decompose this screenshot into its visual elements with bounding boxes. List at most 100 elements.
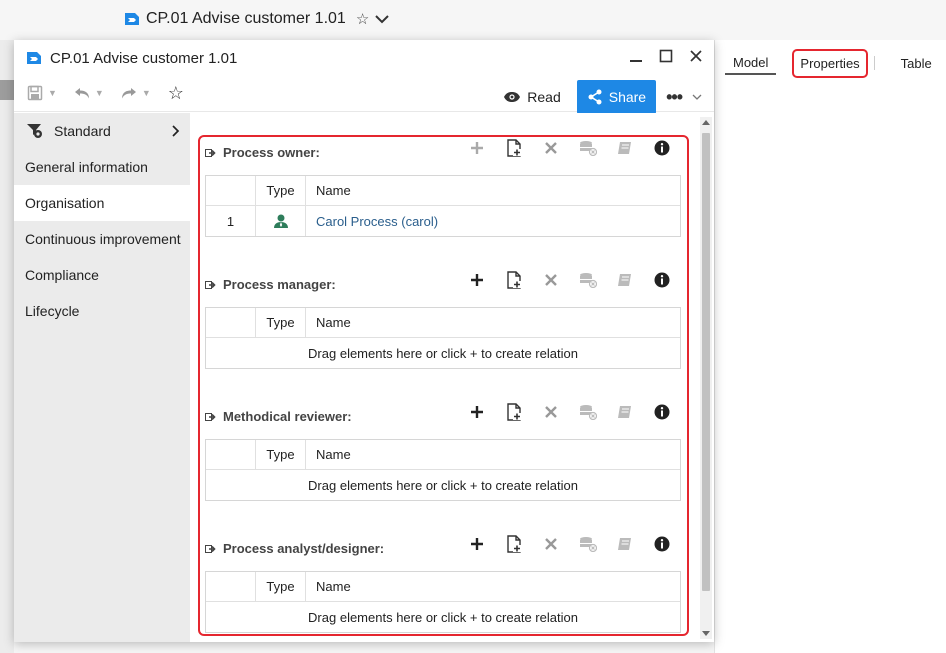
header-type-cell: Type <box>256 176 306 205</box>
undo-dropdown-caret-icon[interactable]: ▼ <box>95 88 104 98</box>
remove-relation-icon <box>542 271 560 289</box>
book-icon <box>616 403 634 421</box>
section-header: Methodical reviewer: <box>205 399 681 431</box>
properties-dialog: CP.01 Advise customer 1.01 ▼ ▼ ▼ ☆ Read … <box>14 40 714 642</box>
new-document-icon[interactable] <box>505 271 523 289</box>
relation-arrow-icon <box>205 544 216 553</box>
info-icon[interactable] <box>653 139 671 157</box>
scroll-up-arrow-icon[interactable] <box>702 119 710 125</box>
empty-drop-zone[interactable]: Drag elements here or click + to create … <box>206 602 680 632</box>
relation-arrow-icon <box>205 148 216 157</box>
process-document-icon <box>27 52 41 64</box>
save-dropdown-caret-icon[interactable]: ▼ <box>48 88 57 98</box>
relation-table: Type Name Drag elements here or click + … <box>205 439 681 501</box>
book-icon <box>616 271 634 289</box>
maximize-icon[interactable] <box>658 48 674 64</box>
section-process-analyst-designer: Process analyst/designer: Type Name Drag… <box>205 531 681 633</box>
section-actions <box>468 403 671 421</box>
scroll-down-arrow-icon[interactable] <box>702 631 710 637</box>
section-process-owner: Process owner: Type Name 1 Carol Process… <box>205 135 681 237</box>
section-header: Process owner: <box>205 135 681 167</box>
organisation-content: Process owner: Type Name 1 Carol Process… <box>190 113 714 642</box>
vertical-scrollbar[interactable] <box>700 117 712 639</box>
toolbar-right: Read Share ••• <box>497 80 702 114</box>
redo-icon[interactable] <box>120 84 138 102</box>
sidebar-header-standard[interactable]: Standard <box>14 113 190 149</box>
remove-relation-icon <box>542 535 560 553</box>
table-header-row: Type Name <box>206 440 680 470</box>
sidebar-item-organisation[interactable]: Organisation <box>14 185 190 221</box>
property-sidebar: Standard General information Organisatio… <box>14 113 190 642</box>
share-icon <box>588 89 602 105</box>
section-actions <box>468 271 671 289</box>
background-strip <box>0 80 14 100</box>
table-row[interactable]: 1 Carol Process (carol) <box>206 206 680 236</box>
sidebar-item-general-information[interactable]: General information <box>14 149 190 185</box>
header-type-cell: Type <box>256 308 306 337</box>
favorite-star-icon[interactable]: ☆ <box>167 83 185 103</box>
empty-drop-zone[interactable]: Drag elements here or click + to create … <box>206 338 680 368</box>
view-tabs: Model Properties Table <box>715 48 940 78</box>
more-options-caret-icon[interactable] <box>692 94 702 100</box>
sidebar-item-compliance[interactable]: Compliance <box>14 257 190 293</box>
info-icon[interactable] <box>653 403 671 421</box>
new-document-icon[interactable] <box>505 535 523 553</box>
document-title-bar: CP.01 Advise customer 1.01 ☆ <box>124 10 389 28</box>
sidebar-item-lifecycle[interactable]: Lifecycle <box>14 293 190 329</box>
remove-relation-icon[interactable] <box>542 139 560 157</box>
relation-table: Type Name Drag elements here or click + … <box>205 571 681 633</box>
header-name-cell: Name <box>316 183 351 198</box>
tab-model[interactable]: Model <box>725 51 777 75</box>
table-header-row: Type Name <box>206 176 680 206</box>
header-type-cell: Type <box>256 572 306 601</box>
section-actions <box>468 535 671 553</box>
section-header: Process analyst/designer: <box>205 531 681 563</box>
section-title-label: Methodical reviewer: <box>223 409 352 424</box>
tab-properties[interactable]: Properties <box>792 48 868 78</box>
row-type <box>256 206 306 236</box>
user-link[interactable]: Carol Process (carol) <box>316 214 438 229</box>
tab-table[interactable]: Table <box>893 52 940 75</box>
read-button[interactable]: Read <box>497 80 566 114</box>
window-controls <box>628 48 704 64</box>
section-title: Methodical reviewer: <box>205 409 352 424</box>
new-document-icon[interactable] <box>505 139 523 157</box>
dialog-title: CP.01 Advise customer 1.01 <box>50 49 238 67</box>
scrollbar-thumb[interactable] <box>702 133 710 591</box>
new-document-icon[interactable] <box>505 403 523 421</box>
save-icon[interactable] <box>26 84 44 102</box>
header-type-cell: Type <box>256 440 306 469</box>
empty-drop-zone[interactable]: Drag elements here or click + to create … <box>206 470 680 500</box>
toolbar-left: ▼ ▼ ▼ ☆ <box>26 83 185 103</box>
add-relation-icon[interactable] <box>468 403 486 421</box>
favorite-star-icon[interactable]: ☆ <box>356 10 369 28</box>
section-title: Process owner: <box>205 145 320 160</box>
add-relation-icon[interactable] <box>468 271 486 289</box>
book-icon <box>616 535 634 553</box>
redo-dropdown-caret-icon[interactable]: ▼ <box>142 88 151 98</box>
close-icon[interactable] <box>688 48 704 64</box>
minimize-icon[interactable] <box>628 48 644 64</box>
section-header: Process manager: <box>205 267 681 299</box>
sidebar-header-label: Standard <box>54 123 111 139</box>
section-process-manager: Process manager: Type Name Drag elements… <box>205 267 681 369</box>
section-methodical-reviewer: Methodical reviewer: Type Name Drag elem… <box>205 399 681 501</box>
info-icon[interactable] <box>653 535 671 553</box>
header-number-cell <box>206 308 256 337</box>
table-header-row: Type Name <box>206 308 680 338</box>
read-label: Read <box>527 89 561 105</box>
book-icon <box>616 139 634 157</box>
share-button[interactable]: Share <box>576 80 657 114</box>
tab-divider <box>873 56 875 70</box>
info-icon[interactable] <box>653 271 671 289</box>
chevron-down-icon[interactable] <box>375 14 389 24</box>
add-relation-icon <box>468 139 486 157</box>
sidebar-item-continuous-improvement[interactable]: Continuous improvement <box>14 221 190 257</box>
add-relation-icon[interactable] <box>468 535 486 553</box>
document-title: CP.01 Advise customer 1.01 <box>146 10 346 27</box>
user-icon <box>273 214 288 228</box>
undo-icon[interactable] <box>73 84 91 102</box>
more-options-icon[interactable]: ••• <box>666 87 683 108</box>
chevron-right-icon[interactable] <box>172 125 180 137</box>
dialog-title-bar: CP.01 Advise customer 1.01 <box>14 40 714 76</box>
